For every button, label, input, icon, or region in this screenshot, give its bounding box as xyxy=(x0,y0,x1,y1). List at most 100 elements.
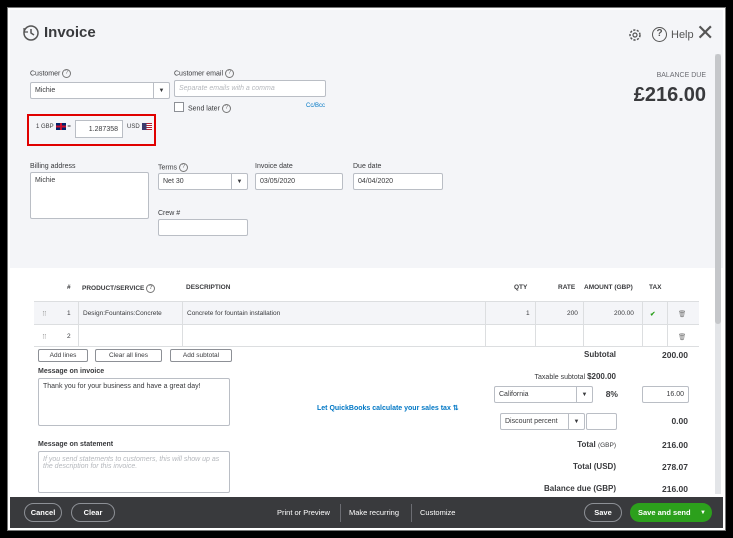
col-header-amount: AMOUNT (GBP) xyxy=(584,284,633,291)
col-header-num: # xyxy=(67,284,71,291)
total-usd-value: 278.07 xyxy=(662,462,688,472)
message-on-invoice-label: Message on invoice xyxy=(38,368,105,375)
chevron-down-icon[interactable]: ▼ xyxy=(700,510,706,516)
billing-address-label: Billing address xyxy=(30,163,76,170)
row-description[interactable]: Concrete for fountain installation xyxy=(187,310,280,317)
scrollbar-thumb[interactable] xyxy=(715,54,721,324)
discount-amount: 0.00 xyxy=(671,416,688,426)
terms-label: Terms? xyxy=(158,163,189,172)
billing-address-input[interactable]: Michie xyxy=(30,172,149,219)
table-row[interactable]: ⠿ 2 🗑 xyxy=(34,324,699,347)
exchange-rate-input[interactable]: 1.287358 xyxy=(75,120,123,138)
cc-bcc-link[interactable]: Cc/Bcc xyxy=(306,103,325,109)
help-circle-icon[interactable]: ? xyxy=(62,69,72,78)
message-on-statement-label: Message on statement xyxy=(38,441,114,448)
balance-due-amount: £216.00 xyxy=(633,84,706,106)
total-usd-label: Total (USD) xyxy=(573,462,616,471)
invoice-header-panel: Invoice ? Help ✕ Customer? Michie ▼ Cust… xyxy=(10,10,723,268)
balance-due-gbp-value: 216.00 xyxy=(662,484,688,494)
exchange-rate-highlight: 1 GBP = 1.287358 USD xyxy=(27,114,156,146)
send-later-label: Send later? xyxy=(188,104,231,113)
help-circle-icon[interactable]: ? xyxy=(225,69,235,78)
save-button[interactable]: Save xyxy=(584,503,622,522)
help-circle-icon[interactable]: ? xyxy=(221,104,231,113)
col-header-tax: TAX xyxy=(649,284,662,291)
gear-icon[interactable] xyxy=(627,27,643,43)
crew-input[interactable] xyxy=(158,219,248,236)
save-and-send-button[interactable]: Save and send ▼ xyxy=(630,503,712,522)
discount-type-select[interactable]: Discount percent ▼ xyxy=(500,413,585,430)
trash-icon[interactable]: 🗑 xyxy=(678,310,686,318)
help-link[interactable]: Help xyxy=(671,29,694,41)
base-currency: 1 GBP = xyxy=(36,123,71,131)
invoice-date-label: Invoice date xyxy=(255,163,293,170)
subtotal-label: Subtotal xyxy=(584,350,616,359)
drag-handle-icon[interactable]: ⠿ xyxy=(42,333,47,341)
help-circle-icon[interactable]: ? xyxy=(179,163,189,172)
col-header-qty: QTY xyxy=(514,284,528,291)
tax-region-value: California xyxy=(499,391,529,398)
col-header-rate: RATE xyxy=(558,284,576,291)
title-bar: Invoice ? Help ✕ xyxy=(10,10,723,54)
save-and-send-label: Save and send xyxy=(638,508,691,517)
due-date-input[interactable]: 04/04/2020 xyxy=(353,173,443,190)
help-circle-icon[interactable]: ? xyxy=(146,284,156,293)
balance-due-label: BALANCE DUE xyxy=(656,72,706,79)
customer-label: Customer? xyxy=(30,69,72,78)
add-lines-button[interactable]: Add lines xyxy=(38,349,88,362)
clear-all-lines-button[interactable]: Clear all lines xyxy=(95,349,162,362)
terms-value: Net 30 xyxy=(163,178,184,185)
tax-amount-input[interactable]: 16.00 xyxy=(642,386,689,403)
customize-link[interactable]: Customize xyxy=(420,508,455,517)
close-icon[interactable]: ✕ xyxy=(696,22,714,44)
tax-region-select[interactable]: California ▼ xyxy=(494,386,593,403)
table-row[interactable]: ⠿ 1 Design:Fountains:Concrete Concrete f… xyxy=(34,301,699,324)
balance-due-gbp-label: Balance due (GBP) xyxy=(543,484,616,493)
trash-icon[interactable]: 🗑 xyxy=(678,333,686,341)
customer-select[interactable]: Michie ▼ xyxy=(30,82,170,99)
footer-bar: Cancel Clear Print or Preview Make recur… xyxy=(10,497,723,528)
history-icon[interactable] xyxy=(22,24,40,42)
help-icon[interactable]: ? xyxy=(652,27,667,42)
row-num: 1 xyxy=(67,310,71,317)
us-flag-icon xyxy=(141,123,152,130)
customer-email-input[interactable]: Separate emails with a comma xyxy=(174,80,326,97)
chevron-down-icon[interactable]: ▼ xyxy=(568,414,584,429)
terms-select[interactable]: Net 30 ▼ xyxy=(158,173,248,190)
tax-rate: 8% xyxy=(605,389,618,399)
page-title: Invoice xyxy=(44,24,96,41)
send-later-checkbox[interactable] xyxy=(174,102,184,112)
customer-value: Michie xyxy=(35,87,56,94)
sort-arrows-icon[interactable]: ⇅ xyxy=(453,405,459,412)
crew-label: Crew # xyxy=(158,210,181,217)
customer-email-label: Customer email? xyxy=(174,69,235,78)
row-amount[interactable]: 200.00 xyxy=(614,310,634,317)
discount-value-input[interactable] xyxy=(586,413,617,430)
subtotal-value: 200.00 xyxy=(662,350,688,360)
col-header-description: DESCRIPTION xyxy=(186,284,231,291)
row-rate[interactable]: 200 xyxy=(567,310,578,317)
row-tax-check-icon[interactable]: ✔ xyxy=(650,310,655,318)
message-on-invoice-input[interactable]: Thank you for your business and have a g… xyxy=(38,378,230,426)
chevron-down-icon[interactable]: ▼ xyxy=(231,174,247,189)
discount-type-value: Discount percent xyxy=(505,418,558,425)
add-subtotal-button[interactable]: Add subtotal xyxy=(170,349,232,362)
print-preview-link[interactable]: Print or Preview xyxy=(277,508,330,517)
total-gbp-value: 216.00 xyxy=(662,440,688,450)
uk-flag-icon xyxy=(55,123,66,130)
col-header-product: PRODUCT/SERVICE? xyxy=(82,284,156,293)
calculate-sales-tax-link[interactable]: Let QuickBooks calculate your sales tax … xyxy=(317,404,459,412)
message-on-statement-input[interactable]: If you send statements to customers, thi… xyxy=(38,451,230,493)
drag-handle-icon[interactable]: ⠿ xyxy=(42,310,47,318)
row-product[interactable]: Design:Fountains:Concrete xyxy=(83,310,162,317)
taxable-subtotal: Taxable subtotal $200.00 xyxy=(534,372,616,381)
invoice-window: Invoice ? Help ✕ Customer? Michie ▼ Cust… xyxy=(7,7,726,531)
invoice-date-input[interactable]: 03/05/2020 xyxy=(255,173,343,190)
target-currency: USD xyxy=(127,123,152,130)
cancel-button[interactable]: Cancel xyxy=(24,503,62,522)
chevron-down-icon[interactable]: ▼ xyxy=(153,83,169,98)
chevron-down-icon[interactable]: ▼ xyxy=(576,387,592,402)
make-recurring-link[interactable]: Make recurring xyxy=(349,508,399,517)
row-qty[interactable]: 1 xyxy=(526,310,530,317)
clear-button[interactable]: Clear xyxy=(71,503,115,522)
